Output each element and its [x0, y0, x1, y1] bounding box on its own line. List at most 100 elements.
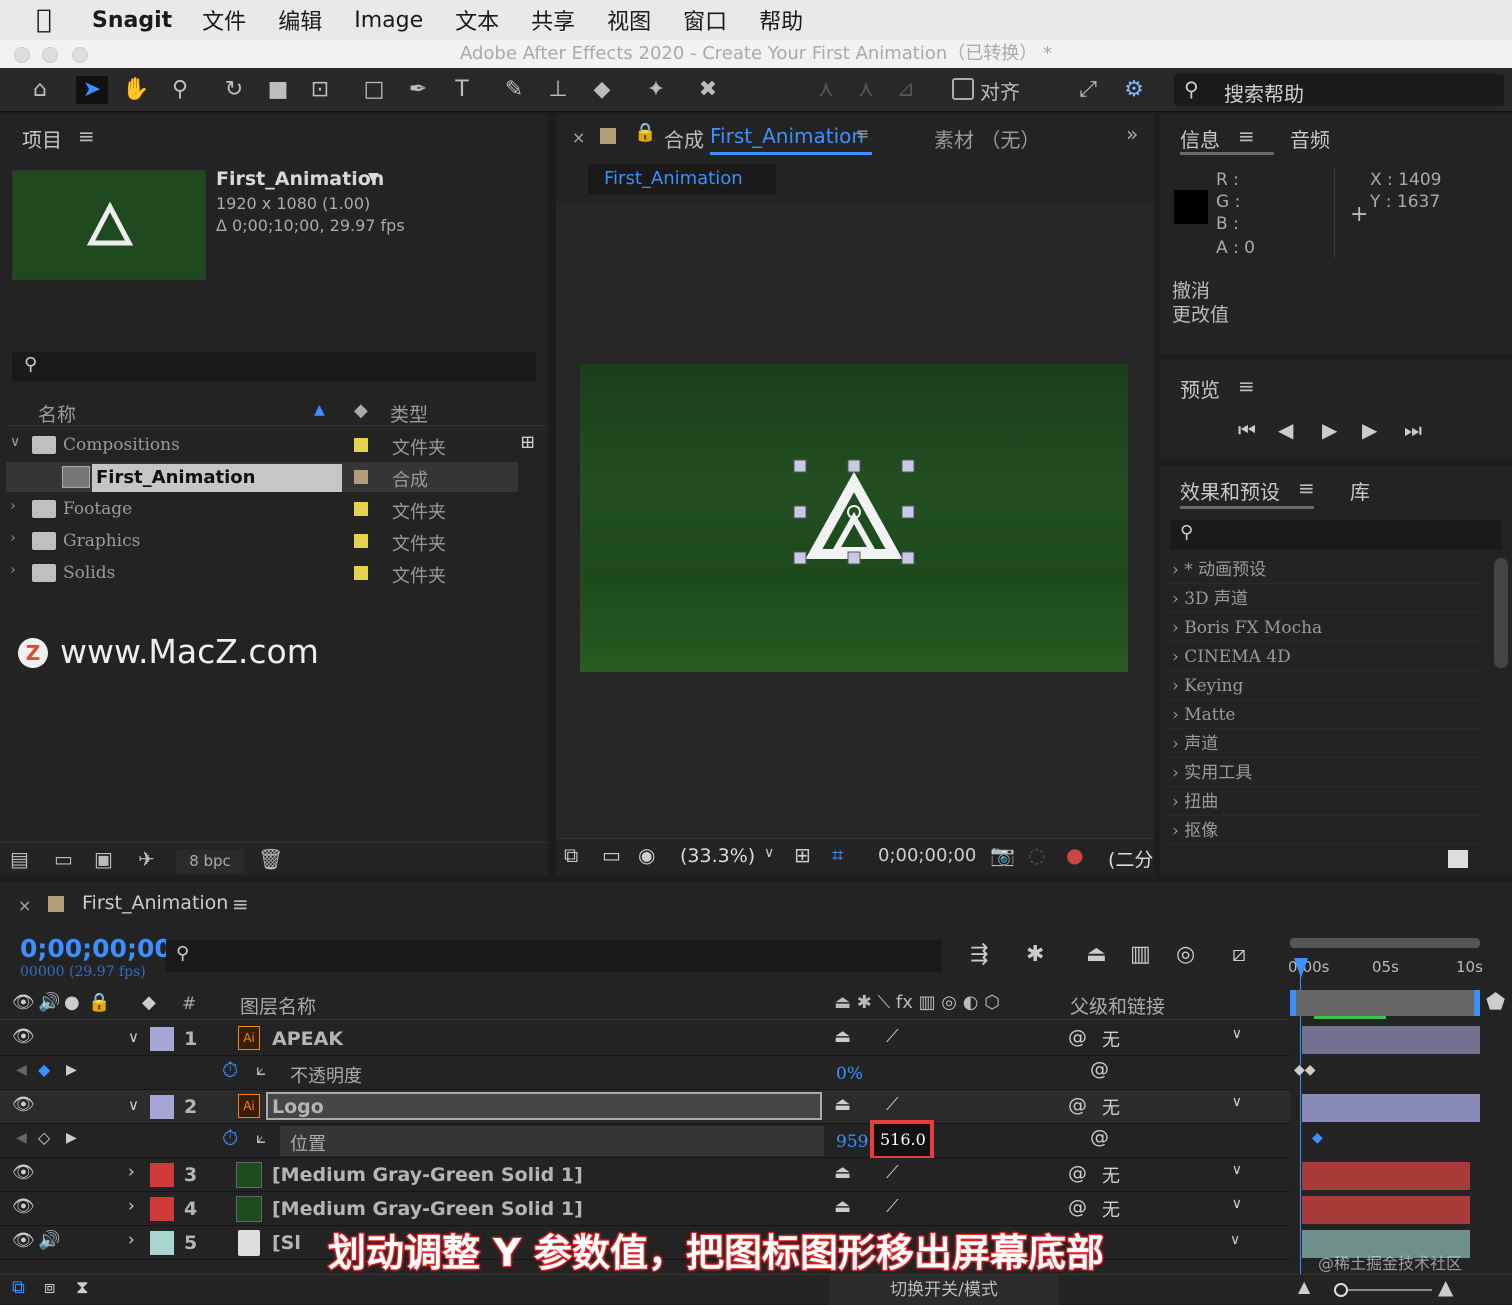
preview-tab[interactable]: 预览	[1180, 374, 1220, 403]
play-icon[interactable]: ▶	[1322, 418, 1337, 442]
layer-switches-icon[interactable]: ⧉	[12, 1277, 25, 1298]
layer-name[interactable]: [Medium Gray-Green Solid 1]	[272, 1198, 583, 1220]
quality-switch-icon[interactable]: ⟋	[886, 1196, 899, 1217]
current-time-display[interactable]: 0;00;00;00	[878, 845, 976, 866]
frame-blending-icon[interactable]: ▥	[1130, 942, 1151, 967]
motion-blur-icon[interactable]: ◎	[1176, 942, 1195, 967]
label-tag-icon[interactable]: ◆	[142, 992, 156, 1013]
work-area-range[interactable]	[1290, 990, 1480, 1016]
comp-viewer[interactable]	[556, 202, 1154, 838]
speaker-icon[interactable]: 🔊	[38, 1230, 60, 1251]
label-color-swatch[interactable]	[354, 470, 368, 484]
project-item-first-animation[interactable]: First_Animation 合成	[6, 462, 518, 492]
footage-tab[interactable]: 素材 （无）	[934, 124, 1040, 153]
safe-zones-icon[interactable]: ⊞	[794, 843, 811, 867]
workspace-icon[interactable]: ⚙	[1118, 76, 1150, 104]
axis-world-icon[interactable]: ⋏	[850, 76, 882, 104]
parent-dropdown[interactable]: 无 ∨	[1102, 1196, 1252, 1222]
type-tool-icon[interactable]: T	[446, 76, 478, 104]
menu-text[interactable]: 文本	[455, 4, 499, 36]
minimize-window-button[interactable]	[42, 47, 58, 63]
parent-dropdown[interactable]: 无 ∨	[1102, 1094, 1252, 1120]
magnification-select[interactable]: (33.3%)	[680, 845, 755, 867]
quality-switch-icon[interactable]: ⟋	[886, 1094, 899, 1115]
keyframe-diamond-icon[interactable]: ◆	[1312, 1130, 1323, 1146]
column-type[interactable]: 类型	[390, 400, 428, 427]
quality-switch-icon[interactable]: ⟋	[886, 1162, 899, 1183]
chevron-right-icon[interactable]: ›	[128, 1162, 135, 1182]
chevron-down-icon[interactable]: ∨	[1230, 1232, 1240, 1248]
next-frame-icon[interactable]: ▶	[1362, 418, 1377, 442]
stopwatch-icon[interactable]: ⏱	[222, 1058, 238, 1083]
stopwatch-icon[interactable]: ⏱	[222, 1126, 238, 1151]
shy-switch-icon[interactable]: ⏏	[834, 1026, 851, 1047]
menu-view[interactable]: 视图	[607, 4, 651, 36]
new-folder-icon[interactable]: ▭	[54, 847, 73, 871]
flowchart-icon[interactable]: ⊞	[520, 432, 535, 453]
comp-tab-prefix[interactable]: 合成	[664, 124, 704, 153]
project-settings-icon[interactable]: ✈	[138, 847, 155, 871]
solo-dot-icon[interactable]: ●	[64, 992, 80, 1013]
layer-label-color[interactable]	[150, 1197, 174, 1221]
layer-name[interactable]: [Medium Gray-Green Solid 1]	[272, 1164, 583, 1186]
home-icon[interactable]: ⌂	[24, 76, 56, 104]
position-x-value[interactable]: 959.	[836, 1132, 874, 1152]
project-item-solids[interactable]: › Solids 文件夹	[6, 558, 518, 588]
audio-tab[interactable]: 音频	[1290, 124, 1330, 153]
puppet-tool-icon[interactable]: ✖	[692, 76, 724, 104]
mask-visibility-icon[interactable]: ◉	[638, 843, 655, 867]
label-color-swatch[interactable]	[354, 534, 368, 548]
camera-tool-icon[interactable]: ■	[262, 76, 294, 104]
effects-search-input[interactable]: ⚲	[1170, 520, 1502, 550]
roto-brush-tool-icon[interactable]: ✦	[640, 76, 672, 104]
logo-layer-shape[interactable]	[580, 364, 1128, 672]
layer-duration-bar[interactable]	[1302, 1162, 1470, 1190]
shy-switch-icon[interactable]: ⏏	[834, 1162, 851, 1183]
resolution-select[interactable]: (二分	[1108, 845, 1153, 872]
library-tab[interactable]: 库	[1350, 476, 1370, 505]
chevron-down-icon[interactable]: ∨	[128, 1096, 139, 1114]
zoom-marker-icon[interactable]: ⬟	[1486, 990, 1505, 1015]
menu-app-name[interactable]: Snagit	[92, 8, 172, 33]
opacity-value[interactable]: 0%	[836, 1064, 863, 1084]
effects-scrollbar[interactable]	[1494, 558, 1508, 668]
layer-duration-bar[interactable]	[1302, 1196, 1470, 1224]
effect-category[interactable]: › Boris FX Mocha	[1166, 614, 1480, 642]
previous-frame-icon[interactable]: ◀	[1278, 418, 1293, 442]
layer-row-4[interactable]: 👁 › 4 [Medium Gray-Green Solid 1] ⏏ ⟋ @ …	[0, 1192, 1290, 1226]
chevron-down-icon[interactable]: ▼	[368, 170, 379, 186]
eye-icon[interactable]: 👁	[12, 1026, 35, 1047]
chevron-right-icon[interactable]: ›	[128, 1196, 135, 1216]
selection-tool-icon[interactable]: ➤	[76, 76, 108, 104]
comp-navigator-tab[interactable]: First_Animation	[588, 164, 776, 194]
effect-category[interactable]: › 扭曲	[1166, 788, 1480, 816]
snapshot-camera-icon[interactable]: 📷	[990, 843, 1015, 867]
transparency-grid-icon[interactable]: ⌗	[832, 843, 843, 867]
graph-editor-icon[interactable]: ⧄	[1232, 942, 1246, 967]
comp-tab-title[interactable]: First_Animation	[710, 124, 864, 148]
layer-name[interactable]: APEAK	[272, 1028, 343, 1050]
label-color-swatch[interactable]	[354, 502, 368, 516]
zoom-slider-thumb[interactable]	[1334, 1283, 1348, 1297]
interpret-footage-icon[interactable]: ▤	[10, 847, 29, 871]
effect-category[interactable]: › Matte	[1166, 701, 1480, 729]
axis-local-icon[interactable]: ⋏	[810, 76, 842, 104]
hamburger-icon[interactable]: ≡	[856, 124, 869, 143]
shy-switch-icon[interactable]: ⏏	[834, 1196, 851, 1217]
transfer-controls-icon[interactable]: ⧈	[44, 1277, 55, 1298]
column-name[interactable]: 名称	[38, 400, 76, 427]
work-area-bar[interactable]	[1290, 938, 1480, 948]
project-search-input[interactable]: ⚲	[12, 352, 536, 382]
shy-switch-icon[interactable]: ⏏	[834, 1094, 851, 1115]
project-panel-title[interactable]: 项目	[22, 124, 62, 153]
project-item-footage[interactable]: › Footage 文件夹	[6, 494, 518, 524]
effect-category[interactable]: › 声道	[1166, 730, 1480, 758]
timeline-search-input[interactable]: ⚲	[166, 940, 942, 972]
chevron-right-icon[interactable]: ›	[10, 562, 16, 578]
next-keyframe-icon[interactable]: ▶	[66, 1062, 77, 1078]
monitor-icon[interactable]: ▭	[602, 843, 621, 867]
menu-edit[interactable]: 编辑	[278, 4, 322, 36]
eye-icon[interactable]: 👁	[12, 1230, 35, 1251]
axis-view-icon[interactable]: ⊿	[890, 76, 922, 104]
close-tab-icon[interactable]: ×	[18, 896, 31, 915]
